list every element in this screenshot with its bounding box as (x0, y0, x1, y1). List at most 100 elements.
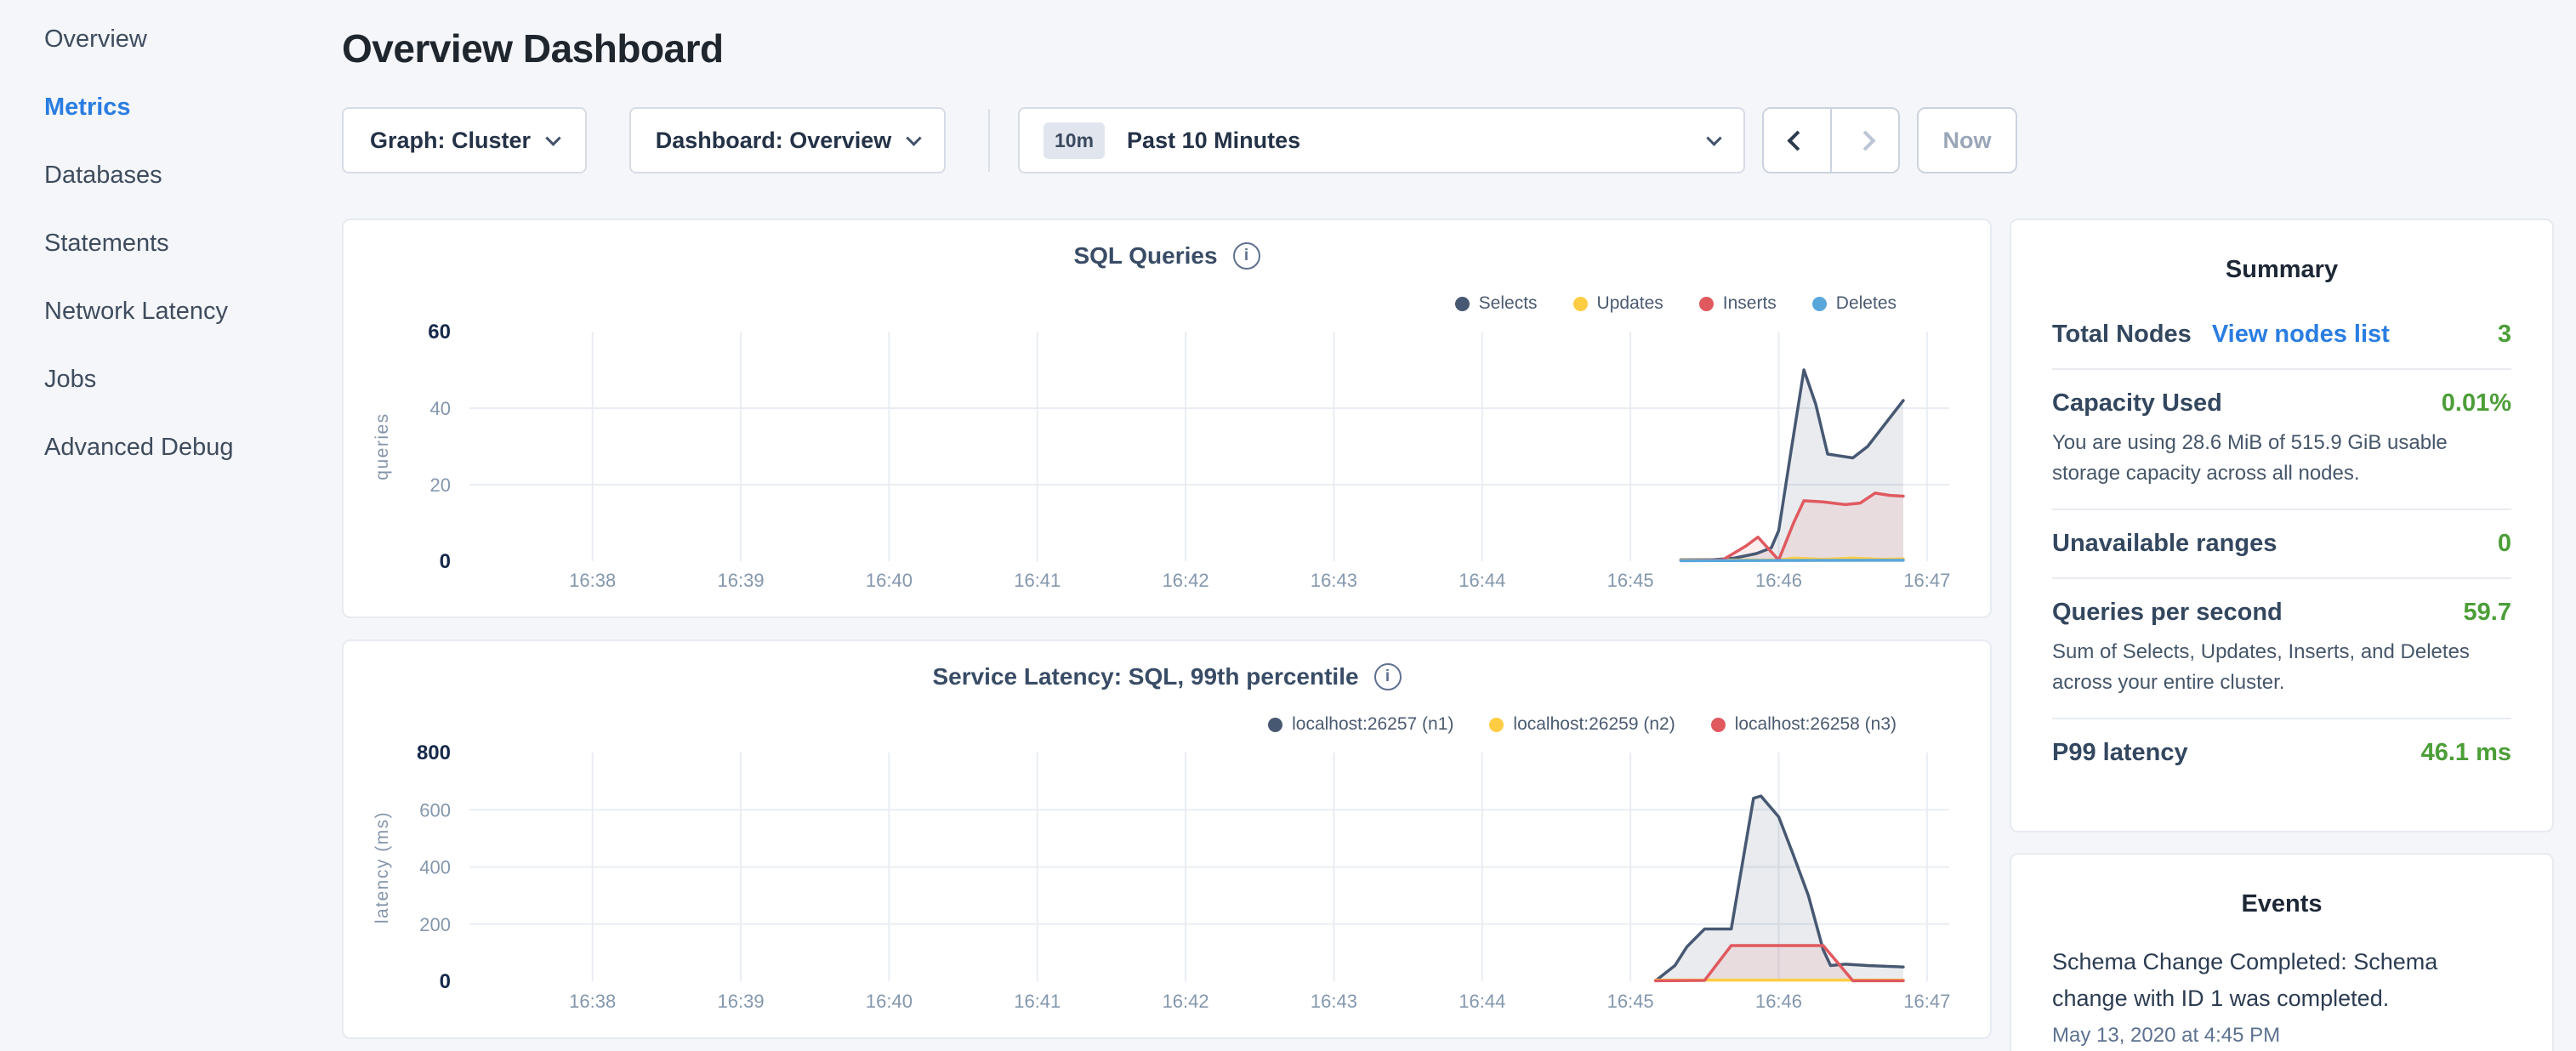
y-tick-label: 20 (430, 474, 451, 496)
summary-row-value: 59.7 (2464, 599, 2511, 627)
toolbar: Graph: Cluster Dashboard: Overview 10m P… (342, 107, 1992, 173)
previous-timewindow-button[interactable] (1762, 107, 1832, 173)
chart-title: SQL Queries (1073, 242, 1217, 270)
x-tick-label: 16:41 (1014, 570, 1061, 591)
legend-item: Updates (1573, 293, 1663, 314)
summary-row-queries-per-second: Queries per second 59.7 Sum of Selects, … (2052, 577, 2511, 718)
x-tick-label: 16:46 (1755, 570, 1802, 591)
legend-item: Selects (1455, 293, 1538, 314)
legend-dot-icon (1489, 718, 1504, 732)
service-latency-chart-card: Service Latency: SQL, 99th percentile lo… (342, 639, 1992, 1039)
main-content: Overview Dashboard Graph: Cluster Dashbo… (342, 0, 1992, 1051)
x-tick-label: 16:41 (1014, 991, 1061, 1012)
summary-row-label: Capacity Used (2052, 389, 2222, 418)
sql-queries-chart-card: SQL Queries Selects Updates Inserts Deletes… (342, 219, 1992, 618)
time-window-pager (1762, 107, 1900, 173)
time-range-badge: 10m (1043, 122, 1105, 159)
service-latency-chart: 16:38 16:39 16:40 16:41 16:42 16:43 16:44 16:45… (344, 735, 1993, 1024)
legend-dot-icon (1455, 297, 1470, 311)
x-tick-label: 16:46 (1755, 991, 1802, 1012)
y-tick-label: 400 (419, 857, 451, 878)
legend-dot-icon (1812, 297, 1827, 311)
chevron-down-icon (1706, 130, 1721, 145)
x-tick-label: 16:44 (1459, 570, 1505, 591)
summary-row-value: 3 (2498, 321, 2511, 349)
x-tick-label: 16:38 (569, 991, 616, 1012)
event-message: Schema Change Completed: Schema change w… (2052, 944, 2460, 1017)
sidebar-item-statements[interactable]: Statements (0, 209, 340, 277)
view-nodes-list-link[interactable]: View nodes list (2212, 321, 2390, 349)
dashboard-dropdown[interactable]: Dashboard: Overview (629, 107, 946, 173)
x-tick-label: 16:42 (1163, 991, 1209, 1012)
graph-scope-dropdown[interactable]: Graph: Cluster (342, 107, 587, 173)
summary-heading: Summary (2052, 256, 2511, 284)
y-tick-label: 800 (417, 741, 451, 764)
sql-queries-chart: 16:3816:3916:4016:4116:4216:4316:4416:45… (344, 314, 1993, 603)
summary-row-label: P99 latency (2052, 739, 2188, 767)
legend-dot-icon (1573, 297, 1588, 311)
graph-scope-dropdown-label: Graph: Cluster (370, 128, 531, 154)
legend-item: Inserts (1699, 293, 1777, 314)
summary-row-value: 46.1 ms (2421, 739, 2511, 767)
sidebar-item-network-latency[interactable]: Network Latency (0, 277, 340, 345)
x-tick-label: 16:40 (866, 991, 913, 1012)
legend-dot-icon (1268, 718, 1282, 732)
toolbar-divider (988, 109, 990, 172)
summary-row-description: Sum of Selects, Updates, Inserts, and De… (2052, 637, 2511, 698)
y-tick-label: 60 (428, 321, 451, 344)
sidebar: Overview Metrics Databases Statements Ne… (0, 0, 340, 481)
x-tick-label: 16:43 (1311, 570, 1357, 591)
y-tick-label: 0 (440, 970, 451, 993)
sidebar-item-overview[interactable]: Overview (0, 5, 340, 73)
sidebar-item-advanced-debug[interactable]: Advanced Debug (0, 413, 340, 481)
x-tick-label: 16:45 (1607, 570, 1654, 591)
chevron-down-icon (545, 130, 560, 145)
legend-dot-icon (1711, 718, 1726, 732)
x-tick-label: 16:38 (569, 570, 616, 591)
time-range-dropdown[interactable]: 10m Past 10 Minutes (1018, 107, 1745, 173)
chevron-left-icon (1787, 130, 1807, 151)
chart-legend: localhost:26257 (n1) localhost:26259 (n2)… (1268, 714, 1896, 735)
now-button[interactable]: Now (1917, 107, 2017, 173)
sidebar-item-jobs[interactable]: Jobs (0, 345, 340, 413)
legend-item: localhost:26258 (n3) (1711, 714, 1896, 735)
chevron-right-icon (1855, 130, 1875, 151)
legend-dot-icon (1699, 297, 1714, 311)
summary-panel: Summary Total Nodes View nodes list 3 Ca… (2010, 219, 2554, 832)
x-tick-label: 16:47 (1903, 991, 1950, 1012)
summary-row-value: 0.01% (2442, 389, 2511, 418)
summary-row-label: Total Nodes (2052, 321, 2192, 349)
time-range-label: Past 10 Minutes (1127, 128, 1300, 154)
next-timewindow-button[interactable] (1830, 107, 1900, 173)
y-tick-label: 600 (419, 799, 451, 821)
sidebar-item-databases[interactable]: Databases (0, 141, 340, 209)
summary-row-p99-latency: P99 latency 46.1 ms (2052, 718, 2511, 787)
y-tick-label: 200 (419, 914, 451, 935)
summary-row-label: Unavailable ranges (2052, 530, 2277, 558)
dashboard-dropdown-label: Dashboard: Overview (656, 128, 892, 154)
summary-row-label: Queries per second (2052, 599, 2283, 627)
x-tick-label: 16:44 (1459, 991, 1505, 1012)
legend-item: localhost:26259 (n2) (1489, 714, 1675, 735)
legend-item: Deletes (1812, 293, 1896, 314)
info-icon[interactable] (1233, 242, 1260, 270)
info-icon[interactable] (1374, 663, 1402, 690)
x-tick-label: 16:40 (866, 570, 913, 591)
summary-row-capacity-used: Capacity Used 0.01% You are using 28.6 M… (2052, 368, 2511, 508)
x-tick-label: 16:39 (718, 991, 765, 1012)
chevron-down-icon (907, 130, 922, 145)
x-tick-label: 16:43 (1311, 991, 1357, 1012)
page-title: Overview Dashboard (342, 26, 724, 71)
chart-title: Service Latency: SQL, 99th percentile (932, 663, 1358, 690)
event-list-item[interactable]: Schema Change Completed: Schema change w… (2052, 944, 2511, 1048)
summary-row-description: You are using 28.6 MiB of 515.9 GiB usab… (2052, 428, 2511, 489)
legend-item: localhost:26257 (n1) (1268, 714, 1453, 735)
x-tick-label: 16:47 (1903, 570, 1950, 591)
x-tick-label: 16:45 (1607, 991, 1654, 1012)
events-heading: Events (2052, 890, 2511, 918)
sidebar-item-metrics[interactable]: Metrics (0, 73, 340, 141)
events-panel: Events Schema Change Completed: Schema c… (2010, 853, 2554, 1051)
summary-row-total-nodes: Total Nodes View nodes list 3 (2052, 301, 2511, 368)
x-tick-label: 16:42 (1163, 570, 1209, 591)
event-timestamp: May 13, 2020 at 4:45 PM (2052, 1024, 2511, 1048)
